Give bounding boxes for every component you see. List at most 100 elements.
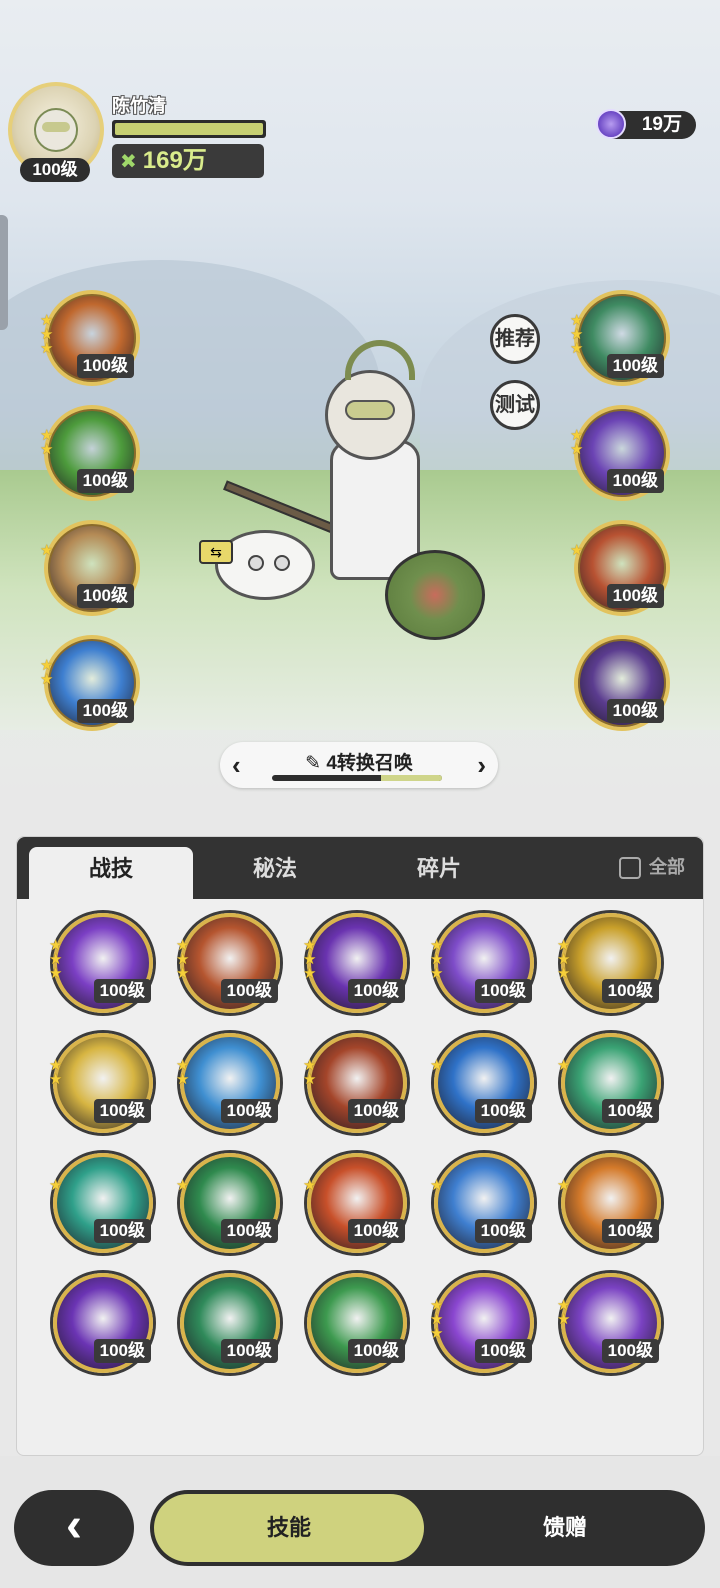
star-rating: ★ xyxy=(40,543,53,558)
star-icon: ★ xyxy=(176,965,190,982)
star-rating: ★ xyxy=(557,1177,571,1194)
pet-eye xyxy=(248,555,264,571)
skill-icon[interactable]: ★ ★ ★ 100级 xyxy=(176,913,280,1013)
star-icon: ★ xyxy=(430,965,444,982)
skill-icon[interactable]: 100级 xyxy=(307,1273,407,1373)
star-rating: ★ ★ xyxy=(176,1058,189,1087)
player-name: 陈竹清 xyxy=(112,96,166,116)
tab-secret-arts[interactable]: 秘法 xyxy=(193,847,357,899)
skill-level-badge: 100级 xyxy=(220,1099,278,1123)
skill-level-badge: 100级 xyxy=(474,1339,532,1363)
chevron-right-icon[interactable]: › xyxy=(477,750,486,781)
skill-tabbar: 战技 秘法 碎片 全部 xyxy=(17,837,703,899)
skill-level-badge: 100级 xyxy=(474,979,532,1003)
skill-icon[interactable]: ★ ★ 100级 xyxy=(40,635,140,731)
star-rating: ★ xyxy=(176,1177,190,1194)
show-all-checkbox[interactable]: 全部 xyxy=(619,853,685,881)
swap-icon[interactable]: ⇆ xyxy=(199,540,233,564)
form-selector: ‹ ✎ 4转换召唤 › xyxy=(220,742,498,788)
skill-icon[interactable]: ★ ★ ★ 100级 xyxy=(557,913,661,1013)
skill-icon[interactable]: ★ ★ 100级 xyxy=(557,1273,661,1373)
skill-icon[interactable]: ★ ★ ★ 100级 xyxy=(40,290,140,386)
tab-combat-skills[interactable]: 战技 xyxy=(29,847,193,899)
skill-icon[interactable]: ★ ★ 100级 xyxy=(40,405,140,501)
form-selector-label[interactable]: ✎ 4转换召唤 xyxy=(220,748,498,775)
combat-power-value: 169万 xyxy=(142,147,207,174)
purple-gem-icon xyxy=(596,109,626,139)
currency-display[interactable]: 19万 xyxy=(596,109,696,139)
star-icon: ★ xyxy=(176,1177,190,1194)
swords-icon: ✖ xyxy=(120,151,137,173)
star-icon: ★ xyxy=(557,1057,571,1074)
flower-mace xyxy=(385,550,485,640)
skill-icon[interactable]: ★ 100级 xyxy=(430,1153,534,1253)
skill-icon[interactable]: 100级 xyxy=(574,635,670,731)
skill-icon[interactable]: ★ ★ 100级 xyxy=(49,1033,153,1133)
skill-level-badge: 100级 xyxy=(93,1099,151,1123)
skill-level-badge: 100级 xyxy=(76,584,134,608)
skill-icon[interactable]: ★ 100级 xyxy=(557,1153,661,1253)
skill-icon[interactable]: ★ ★ 100级 xyxy=(303,1033,407,1133)
star-icon: ★ xyxy=(570,542,584,559)
tab-fragments[interactable]: 碎片 xyxy=(357,847,521,899)
skill-icon[interactable]: ★ 100级 xyxy=(176,1153,280,1253)
skill-level-badge: 100级 xyxy=(347,1099,405,1123)
form-progress-fill xyxy=(380,775,442,781)
star-rating: ★ xyxy=(557,1057,571,1074)
character-mask xyxy=(345,400,395,420)
skill-level-badge: 100级 xyxy=(76,699,134,723)
star-icon: ★ xyxy=(49,1071,63,1088)
recommend-button[interactable]: 推荐 xyxy=(490,314,540,364)
star-icon: ★ xyxy=(570,441,584,458)
skill-icon[interactable]: ★ ★ ★ 100级 xyxy=(430,913,534,1013)
skill-icon[interactable]: ★ 100级 xyxy=(40,520,140,616)
skill-icon[interactable]: 100级 xyxy=(53,1273,153,1373)
test-button[interactable]: 测试 xyxy=(490,380,540,430)
skill-icon[interactable]: ★ ★ 100级 xyxy=(176,1033,280,1133)
skill-panel: 战技 秘法 碎片 全部 ★ ★ ★ 100级 ★ ★ ★ 100级 ★ ★ ★ 100级 ★ ★ ★ 100级… xyxy=(16,836,704,1456)
show-all-label: 全部 xyxy=(649,857,685,877)
pet-eye xyxy=(274,555,290,571)
skill-level-badge: 100级 xyxy=(347,1219,405,1243)
star-rating: ★ ★ ★ xyxy=(430,1298,443,1341)
skill-level-badge: 100级 xyxy=(474,1099,532,1123)
star-icon: ★ xyxy=(49,965,63,982)
skill-icon[interactable]: ★ 100级 xyxy=(303,1153,407,1253)
star-rating: ★ ★ xyxy=(40,658,54,688)
skill-icon[interactable]: ★ ★ 100级 xyxy=(570,405,670,501)
star-icon: ★ xyxy=(303,965,317,982)
skill-level-badge: 100级 xyxy=(601,1219,659,1243)
back-button[interactable]: ‹ xyxy=(14,1490,134,1566)
skill-level-badge: 100级 xyxy=(93,1219,151,1243)
nav-skill-button[interactable]: 技能 xyxy=(154,1494,424,1562)
star-icon: ★ xyxy=(49,1177,63,1194)
skill-icon[interactable]: ★ 100级 xyxy=(570,520,670,616)
side-drawer-handle[interactable] xyxy=(0,215,8,330)
hp-bar-fill xyxy=(115,123,263,135)
player-hp-bar xyxy=(112,120,266,138)
skill-icon[interactable]: ★ 100级 xyxy=(557,1033,661,1133)
skill-icon[interactable]: ★ 100级 xyxy=(49,1153,153,1253)
combat-power: ✖ 169万 xyxy=(112,144,264,178)
skill-level-badge: 100级 xyxy=(606,584,664,608)
skill-icon[interactable]: ★ ★ ★ 100级 xyxy=(49,913,153,1013)
star-rating: ★ ★ ★ xyxy=(49,938,63,982)
star-icon: ★ xyxy=(430,1177,444,1194)
star-rating: ★ ★ ★ xyxy=(557,938,571,982)
skill-level-badge: 100级 xyxy=(220,1219,278,1243)
avatar-mask xyxy=(42,122,70,132)
nav-gift-button[interactable]: 馈赠 xyxy=(440,1494,690,1562)
skill-icon[interactable]: ★ ★ ★ 100级 xyxy=(430,1273,534,1373)
star-icon: ★ xyxy=(303,1071,317,1088)
star-icon: ★ xyxy=(557,1177,571,1194)
skill-icon[interactable]: ★ ★ ★ 100级 xyxy=(570,290,670,386)
skill-icon[interactable]: ★ ★ ★ 100级 xyxy=(303,913,407,1013)
star-icon: ★ xyxy=(557,965,571,982)
skill-icon[interactable]: ★ 100级 xyxy=(430,1033,534,1133)
skill-icon[interactable]: 100级 xyxy=(180,1273,280,1373)
star-icon: ★ xyxy=(40,671,54,688)
skill-level-badge: 100级 xyxy=(601,979,659,1003)
skill-level-badge: 100级 xyxy=(606,354,664,378)
skill-level-badge: 100级 xyxy=(347,1339,405,1363)
star-icon: ★ xyxy=(40,441,54,458)
